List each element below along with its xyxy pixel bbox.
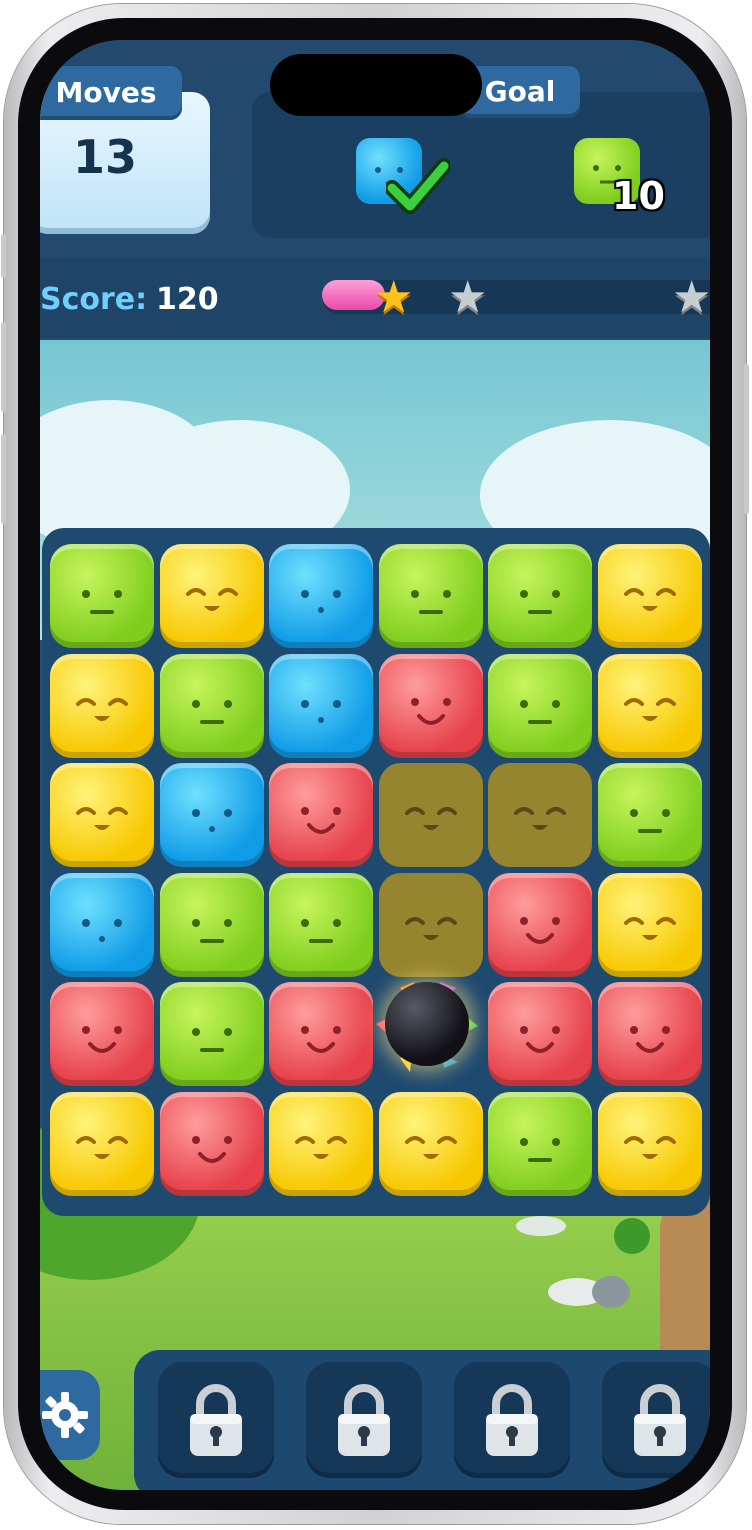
- tile-green[interactable]: [50, 544, 154, 648]
- tile-face-icon: [514, 807, 566, 830]
- tile-green[interactable]: [269, 873, 373, 977]
- tile-face-icon: [192, 1028, 232, 1052]
- locked-booster-slot[interactable]: [158, 1362, 274, 1478]
- tile-face-icon: [411, 590, 451, 614]
- tile-face-icon: [192, 700, 232, 724]
- padlock-icon: [190, 1384, 242, 1456]
- tile-yellow[interactable]: [160, 544, 264, 648]
- tile-face-icon: [520, 917, 560, 944]
- tile-green[interactable]: [488, 544, 592, 648]
- tile-face-icon: [186, 588, 238, 611]
- tile-blue[interactable]: [269, 544, 373, 648]
- tile-blue[interactable]: [50, 873, 154, 977]
- padlock-icon: [634, 1384, 686, 1456]
- tile-face-icon: [82, 919, 122, 942]
- tile-green[interactable]: [488, 1092, 592, 1196]
- pebble: [592, 1276, 630, 1308]
- tile-yellow[interactable]: [50, 654, 154, 758]
- tile-red[interactable]: [269, 982, 373, 1086]
- tile-red[interactable]: [160, 1092, 264, 1196]
- tile-face-icon: [520, 590, 560, 614]
- moves-counter: 13: [72, 130, 137, 184]
- tile-face-icon: [295, 1136, 347, 1159]
- volume-down-button: [1, 434, 6, 524]
- tile-green[interactable]: [160, 654, 264, 758]
- game-screen: Moves 13 Goal 10 Score: 120 ★ ★ ★: [40, 40, 710, 1490]
- tile-blue[interactable]: [160, 763, 264, 867]
- tile-face-icon: [520, 700, 560, 724]
- tile-face-icon: [624, 1136, 676, 1159]
- tile-face-icon: [192, 1136, 232, 1163]
- locked-booster-slot[interactable]: [306, 1362, 422, 1478]
- tile-red[interactable]: [379, 654, 483, 758]
- tile-face-icon: [630, 1026, 670, 1053]
- tile-face-icon: [82, 1026, 122, 1053]
- tile-green[interactable]: [160, 873, 264, 977]
- tile-face-icon: [405, 1136, 457, 1159]
- tile-face-icon: [405, 917, 457, 940]
- goal-green-remaining: 10: [612, 174, 665, 218]
- tile-red[interactable]: [50, 982, 154, 1086]
- tile-yellow[interactable]: [598, 544, 702, 648]
- moves-label: Moves: [40, 66, 182, 120]
- tile-face-icon: [76, 1136, 128, 1159]
- tile-red[interactable]: [598, 982, 702, 1086]
- volume-up-button: [1, 322, 6, 412]
- settings-button[interactable]: [40, 1370, 100, 1460]
- tile-red[interactable]: [269, 763, 373, 867]
- bomb-booster[interactable]: [385, 982, 469, 1066]
- tile-face-icon: [76, 698, 128, 721]
- tile-dim[interactable]: [379, 763, 483, 867]
- tile-dim[interactable]: [379, 873, 483, 977]
- pebble: [516, 1216, 566, 1236]
- tile-face-icon: [520, 1138, 560, 1162]
- silent-switch: [1, 234, 6, 278]
- tile-yellow[interactable]: [598, 1092, 702, 1196]
- tile-face-icon: [520, 1026, 560, 1053]
- star-earned-icon: ★: [374, 272, 414, 323]
- tile-face-icon: [192, 809, 232, 832]
- score-label: Score:: [40, 282, 148, 317]
- score-value: 120: [156, 282, 219, 317]
- tile-face-icon: [411, 698, 451, 725]
- tile-blue[interactable]: [269, 654, 373, 758]
- tile-green[interactable]: [598, 763, 702, 867]
- tile-face-icon: [630, 809, 670, 833]
- gear-icon: [42, 1392, 88, 1438]
- tile-face-icon: [301, 590, 341, 613]
- tile-face-icon: [301, 807, 341, 834]
- padlock-icon: [338, 1384, 390, 1456]
- tile-face-icon: [301, 919, 341, 943]
- dynamic-island: [270, 54, 482, 116]
- padlock-icon: [486, 1384, 538, 1456]
- tile-yellow[interactable]: [269, 1092, 373, 1196]
- tile-red[interactable]: [488, 873, 592, 977]
- check-icon: [386, 158, 450, 214]
- tile-red[interactable]: [488, 982, 592, 1086]
- tile-face-icon: [405, 807, 457, 830]
- tile-yellow[interactable]: [50, 763, 154, 867]
- star-empty-icon: ★: [448, 272, 488, 323]
- tile-face-icon: [624, 917, 676, 940]
- tile-green[interactable]: [488, 654, 592, 758]
- tile-face-icon: [624, 588, 676, 611]
- tile-green[interactable]: [379, 544, 483, 648]
- power-button: [744, 364, 749, 514]
- tile-face-icon: [301, 1026, 341, 1053]
- tile-face-icon: [301, 700, 341, 723]
- tile-yellow[interactable]: [598, 873, 702, 977]
- star-empty-icon: ★: [672, 272, 710, 323]
- tile-yellow[interactable]: [379, 1092, 483, 1196]
- tile-dim[interactable]: [488, 763, 592, 867]
- tile-yellow[interactable]: [598, 654, 702, 758]
- tile-face-icon: [192, 919, 232, 943]
- locked-booster-slot[interactable]: [454, 1362, 570, 1478]
- tile-yellow[interactable]: [50, 1092, 154, 1196]
- tile-green[interactable]: [160, 982, 264, 1086]
- tile-face-icon: [624, 698, 676, 721]
- small-bush: [614, 1218, 650, 1254]
- tile-face-icon: [82, 590, 122, 614]
- locked-booster-slot[interactable]: [602, 1362, 710, 1478]
- tile-face-icon: [76, 807, 128, 830]
